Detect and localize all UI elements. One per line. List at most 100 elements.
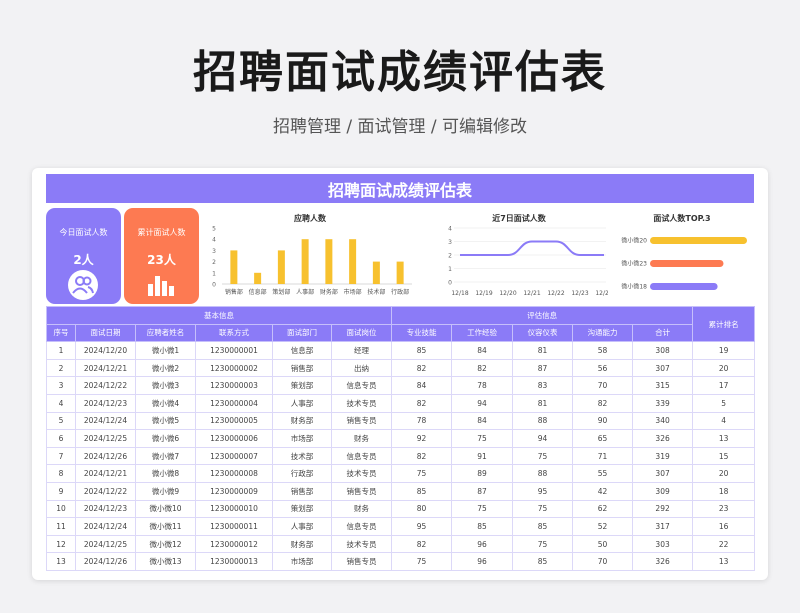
kpi-today-value: 2人 — [73, 253, 94, 267]
table-cell: 70 — [572, 376, 634, 395]
bar — [396, 261, 404, 284]
table-cell: 微小微2 — [135, 358, 196, 378]
table-body: 1 2024/12/20 微小微1 1230000001 信息部 经理 85 84 81 58 30… — [46, 341, 756, 571]
table-cell: 15 — [692, 446, 756, 466]
table-cell: 42 — [572, 481, 634, 501]
x-tick-label: 12/19 — [475, 290, 492, 297]
bar — [277, 250, 285, 284]
column-header: 序号 — [46, 323, 76, 343]
table-cell: 微小微3 — [135, 376, 196, 395]
table-cell: 94 — [512, 429, 574, 448]
table-cell: 10 — [46, 499, 76, 519]
table-cell: 信息部 — [272, 341, 332, 360]
table-row: 13 2024/12/26 微小微13 1230000013 市场部 销售专员 75 96 85… — [46, 552, 756, 571]
table-cell: 85 — [512, 517, 574, 536]
table-cell: 1230000001 — [195, 341, 273, 360]
table-cell: 1230000008 — [195, 464, 273, 483]
group-header-rank: 累计排名 — [692, 305, 756, 343]
table-cell: 销售部 — [272, 358, 332, 378]
table-cell: 1230000011 — [195, 517, 273, 536]
table-cell: 1230000009 — [195, 481, 273, 501]
column-header: 工作经验 — [451, 323, 514, 343]
table-row: 11 2024/12/24 微小微11 1230000011 人事部 信息专员 95 85 85… — [46, 517, 756, 536]
table-cell: 4 — [692, 411, 756, 431]
table-cell: 1230000003 — [195, 376, 273, 395]
column-header: 合计 — [632, 323, 694, 343]
table-cell: 84 — [451, 411, 514, 431]
table-cell: 75 — [451, 499, 514, 519]
table-cell: 信息专员 — [330, 446, 393, 466]
table-cell: 微小微5 — [135, 411, 196, 431]
table-cell: 市场部 — [272, 429, 332, 448]
x-tick-label: 策划部 — [272, 288, 290, 296]
table-cell: 4 — [46, 393, 76, 413]
table-cell: 315 — [632, 376, 694, 395]
x-tick-label: 12/23 — [571, 290, 588, 297]
x-tick-label: 12/20 — [499, 290, 516, 297]
kpi-card-today: 今日面试人数 2人 — [46, 208, 121, 304]
table-cell: 9 — [46, 481, 76, 501]
table-cell: 307 — [632, 358, 694, 378]
table-cell: 出纳 — [330, 358, 393, 378]
table-cell: 85 — [391, 481, 453, 501]
table-cell: 技术部 — [272, 446, 332, 466]
table-cell: 90 — [572, 411, 634, 431]
x-tick-label: 技术部 — [367, 288, 385, 296]
column-header: 仪容仪表 — [512, 323, 574, 343]
table-cell: 56 — [572, 358, 634, 378]
table-row: 4 2024/12/23 微小微4 1230000004 人事部 技术专员 82 94 81 82… — [46, 393, 756, 413]
table-cell: 62 — [572, 499, 634, 519]
table-cell: 财务 — [330, 499, 393, 519]
table-cell: 11 — [46, 517, 76, 536]
table-cell: 13 — [692, 552, 756, 571]
bar — [650, 237, 747, 244]
chart-title-applicants: 应聘人数 — [294, 214, 326, 223]
table-cell: 微小微1 — [135, 341, 196, 360]
table-cell: 策划部 — [272, 376, 332, 395]
table-cell: 13 — [692, 429, 756, 448]
table-cell: 5 — [692, 393, 756, 413]
bar-label: 微小微18 — [621, 283, 647, 291]
table-cell: 82 — [391, 534, 453, 554]
table-cell: 88 — [512, 411, 574, 431]
spreadsheet-panel: 招聘面试成绩评估表 今日面试人数 2人 累计面试人数 23人 应聘人数 0 1 … — [32, 168, 768, 580]
table-cell: 人事部 — [272, 393, 332, 413]
table-cell: 经理 — [330, 341, 393, 360]
table-cell: 309 — [632, 481, 694, 501]
table-cell: 84 — [391, 376, 453, 395]
table-cell: 2024/12/25 — [75, 534, 136, 554]
y-tick-label: 3 — [212, 248, 216, 255]
table-cell: 2 — [46, 358, 76, 378]
table-cell: 7 — [46, 446, 76, 466]
bar — [230, 250, 238, 284]
bar-chart-icon — [146, 272, 176, 300]
table-cell: 326 — [632, 429, 694, 448]
table-cell: 微小微13 — [135, 552, 196, 571]
table-cell: 87 — [512, 358, 574, 378]
table-cell: 17 — [692, 376, 756, 395]
recent-interviews-line-chart: 0 1 2 3 4 12/18 12/19 12/20 12/21 12/22 12/23 12/24 — [448, 226, 608, 298]
table-cell: 23 — [692, 499, 756, 519]
table-cell: 89 — [451, 464, 514, 483]
x-tick-label: 信息部 — [249, 288, 267, 296]
table-row: 3 2024/12/22 微小微3 1230000003 策划部 信息专员 84 78 83 70… — [46, 376, 756, 395]
column-header: 面试岗位 — [330, 323, 393, 343]
table-cell: 1230000006 — [195, 429, 273, 448]
x-tick-label: 销售部 — [225, 288, 243, 296]
table-cell: 75 — [391, 552, 453, 571]
table-cell: 75 — [391, 464, 453, 483]
table-cell: 96 — [451, 552, 514, 571]
y-tick-label: 3 — [448, 239, 452, 246]
table-cell: 292 — [632, 499, 694, 519]
table-cell: 307 — [632, 464, 694, 483]
table-cell: 319 — [632, 446, 694, 466]
table-cell: 70 — [572, 552, 634, 571]
bar — [301, 239, 309, 284]
table-cell: 303 — [632, 534, 694, 554]
series-line — [460, 240, 604, 256]
table-cell: 财务 — [330, 429, 393, 448]
chart-title-recent: 近7日面试人数 — [492, 214, 546, 223]
column-header: 联系方式 — [195, 323, 273, 343]
x-tick-label: 市场部 — [344, 288, 362, 296]
y-tick-label: 1 — [448, 266, 452, 273]
